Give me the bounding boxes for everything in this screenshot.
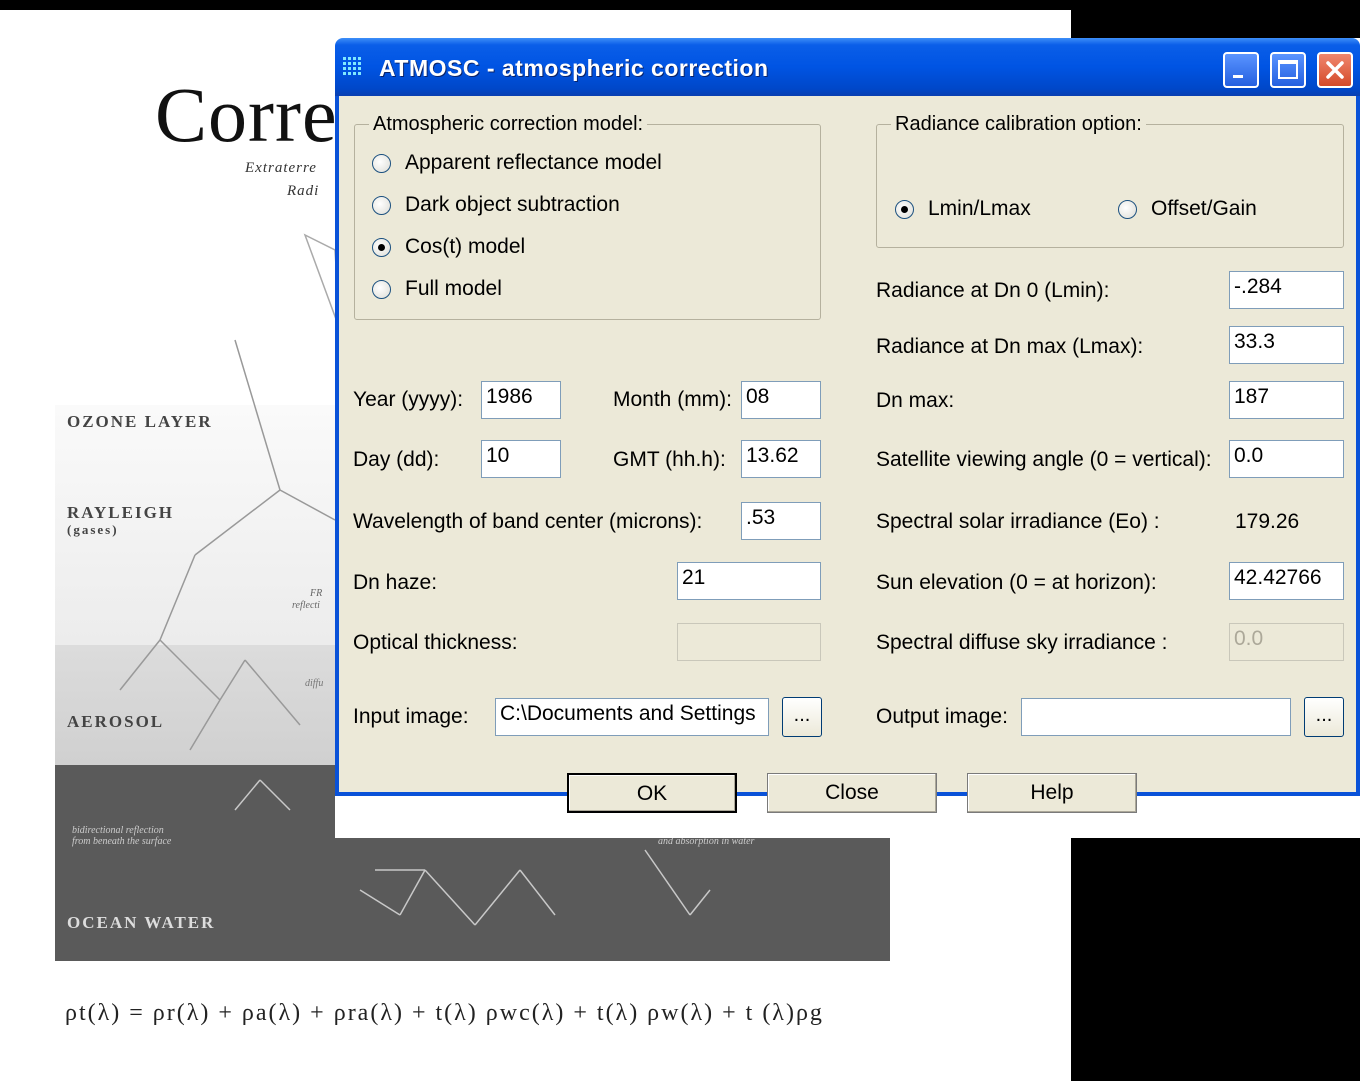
fresnel-note-2: reflecti	[292, 600, 320, 611]
radio-offset-gain[interactable]: Offset/Gain	[1118, 197, 1257, 221]
help-button[interactable]: Help	[967, 773, 1137, 813]
gmt-label: GMT (hh.h):	[613, 448, 726, 471]
close-icon	[1326, 61, 1344, 79]
reflectance-equation: ρt(λ) = ρr(λ) + ρa(λ) + ρra(λ) + t(λ) ρw…	[65, 1000, 824, 1026]
rayleigh-label: RAYLEIGH	[67, 503, 175, 522]
dn-haze-label: Dn haze:	[353, 571, 438, 594]
output-browse-button[interactable]: ...	[1304, 697, 1344, 737]
solar-irradiance-label: Spectral solar irradiance (Eo) :	[876, 510, 1160, 533]
radio-circle[interactable]	[1118, 199, 1137, 219]
radio-dark-object[interactable]: Dark object subtraction	[372, 193, 620, 217]
radio-label: Dark object subtraction	[405, 193, 620, 216]
fresnel-note: FR	[310, 588, 323, 599]
sun-elevation-label: Sun elevation (0 = at horizon):	[876, 571, 1157, 594]
aerosol-label: AEROSOL	[67, 712, 165, 731]
radio-label: Full model	[405, 277, 502, 300]
year-label: Year (yyyy):	[353, 388, 464, 411]
viewing-angle-label: Satellite viewing angle (0 = vertical):	[876, 448, 1212, 471]
radio-label: Cos(t) model	[405, 235, 526, 258]
calibration-legend: Radiance calibration option:	[891, 113, 1146, 136]
minimize-button[interactable]	[1223, 52, 1259, 88]
rayleigh-sublabel: (gases)	[67, 522, 119, 537]
output-image-label: Output image:	[876, 705, 1008, 728]
input-image-label: Input image:	[353, 705, 469, 728]
input-image-field[interactable]: C:\Documents and Settings	[495, 698, 769, 736]
viewing-angle-input[interactable]: 0.0	[1229, 440, 1344, 478]
bidirectional-note-2: from beneath the surface	[72, 836, 172, 847]
radio-label: Apparent reflectance model	[405, 151, 662, 174]
close-window-button[interactable]	[1317, 52, 1353, 88]
correction-model-legend: Atmospheric correction model:	[369, 113, 648, 136]
minimize-icon	[1233, 75, 1243, 78]
optical-thickness-label: Optical thickness:	[353, 631, 518, 654]
sun-elevation-input[interactable]: 42.42766	[1229, 562, 1344, 600]
output-image-field[interactable]	[1021, 698, 1291, 736]
lmax-label: Radiance at Dn max (Lmax):	[876, 335, 1144, 358]
diffuse-irradiance-input[interactable]: 0.0	[1229, 623, 1344, 661]
maximize-button[interactable]	[1270, 52, 1306, 88]
dn-haze-input[interactable]: 21	[677, 562, 821, 600]
radio-apparent-reflectance[interactable]: Apparent reflectance model	[372, 151, 662, 175]
wavelength-label: Wavelength of band center (microns):	[353, 510, 703, 533]
maximize-icon	[1278, 60, 1298, 79]
gmt-input[interactable]: 13.62	[741, 440, 821, 478]
lmax-input[interactable]: 33.3	[1229, 326, 1344, 364]
radio-circle[interactable]	[372, 237, 391, 257]
radio-full-model[interactable]: Full model	[372, 277, 502, 301]
atmosc-dialog: ATMOSC - atmospheric correction Atmosphe…	[335, 38, 1360, 838]
solar-irradiance-value: 179.26	[1235, 510, 1300, 533]
year-input[interactable]: 1986	[481, 381, 561, 419]
radio-circle[interactable]	[895, 199, 914, 219]
radio-lmin-lmax[interactable]: Lmin/Lmax	[895, 197, 1031, 221]
bidirectional-note: bidirectional reflection	[72, 825, 164, 836]
optical-thickness-input[interactable]	[677, 623, 821, 661]
radio-circle[interactable]	[372, 279, 391, 299]
input-browse-button[interactable]: ...	[782, 697, 822, 737]
month-label: Month (mm):	[613, 388, 733, 411]
calibration-group: Radiance calibration option:	[876, 113, 1344, 248]
diffuse-note: diffu	[305, 678, 324, 689]
diffuse-irradiance-label: Spectral diffuse sky irradiance :	[876, 631, 1168, 654]
dn-max-input[interactable]: 187	[1229, 381, 1344, 419]
radio-circle[interactable]	[372, 195, 391, 215]
radio-circle[interactable]	[372, 153, 391, 173]
day-input[interactable]: 10	[481, 440, 561, 478]
radio-label: Offset/Gain	[1151, 197, 1257, 220]
radio-cos-t-model[interactable]: Cos(t) model	[372, 235, 525, 259]
lmin-label: Radiance at Dn 0 (Lmin):	[876, 279, 1110, 302]
window-title: ATMOSC - atmospheric correction	[379, 55, 769, 81]
dn-max-label: Dn max:	[876, 389, 955, 412]
title-bar[interactable]: ATMOSC - atmospheric correction	[335, 38, 1360, 96]
ozone-layer-label: OZONE LAYER	[67, 412, 213, 431]
radio-label: Lmin/Lmax	[928, 197, 1031, 220]
app-grid-icon	[343, 57, 361, 75]
close-button[interactable]: Close	[767, 773, 937, 813]
ocean-water-label: OCEAN WATER	[67, 913, 216, 932]
lmin-input[interactable]: -.284	[1229, 271, 1344, 309]
day-label: Day (dd):	[353, 448, 440, 471]
ok-button[interactable]: OK	[567, 773, 737, 813]
wavelength-input[interactable]: .53	[741, 502, 821, 540]
month-input[interactable]: 08	[741, 381, 821, 419]
